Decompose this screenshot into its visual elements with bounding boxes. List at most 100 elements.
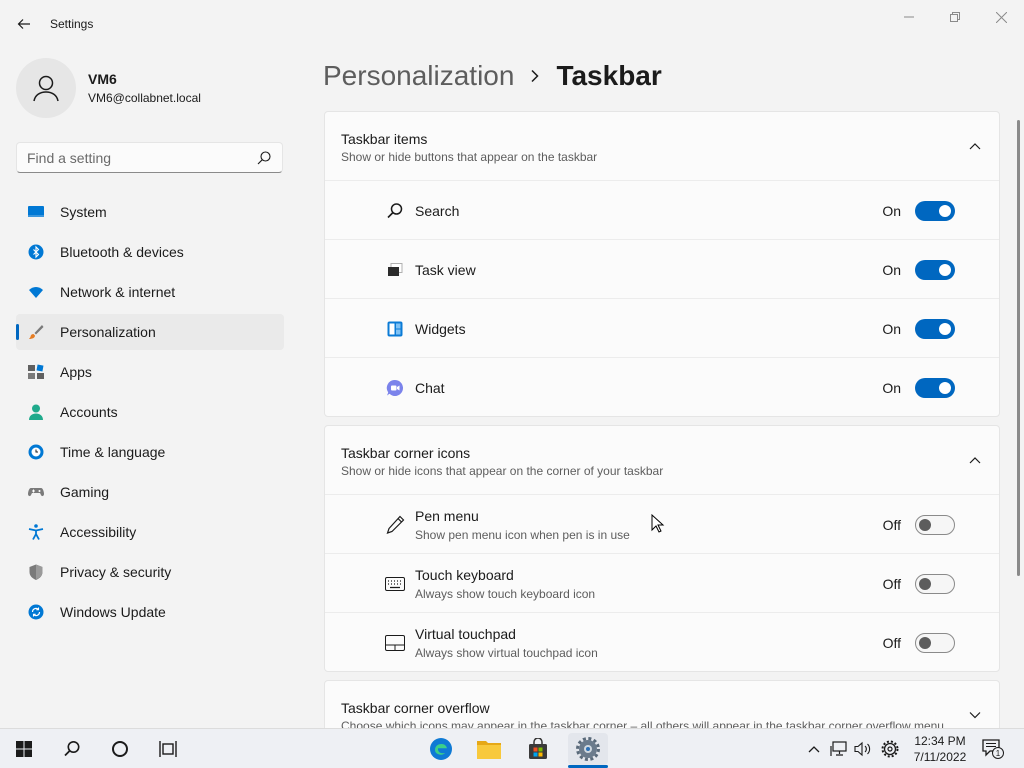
update-icon	[28, 604, 44, 620]
sidebar-item-label: Gaming	[60, 484, 110, 500]
user-email: VM6@collabnet.local	[88, 91, 201, 105]
setting-row-widgets: Widgets On	[325, 298, 999, 357]
search-box[interactable]	[16, 142, 283, 173]
chat-toggle[interactable]	[915, 378, 955, 398]
taskbar-items-header[interactable]: Taskbar items Show or hide buttons that …	[325, 112, 999, 180]
toggle-state-text: Off	[882, 517, 901, 533]
taskbar-search-button[interactable]	[52, 733, 92, 765]
touchpad-icon	[385, 633, 405, 653]
virtual-touchpad-toggle[interactable]	[915, 633, 955, 653]
sidebar-item-gaming[interactable]: Gaming	[16, 474, 284, 510]
sidebar-item-privacy-security[interactable]: Privacy & security	[16, 554, 284, 590]
toggle-knob	[939, 264, 951, 276]
toggle-knob	[939, 382, 951, 394]
section-title: Taskbar items	[341, 131, 428, 147]
edge-icon	[430, 738, 452, 760]
network-monitor-icon	[830, 741, 847, 756]
search-icon	[385, 201, 405, 221]
task-view-toggle[interactable]	[915, 260, 955, 280]
volume-tray-button[interactable]	[853, 739, 873, 759]
back-arrow-icon	[17, 19, 30, 29]
task-view-icon	[385, 260, 405, 280]
maximize-button[interactable]	[932, 6, 978, 28]
setting-label: Widgets	[415, 321, 466, 337]
sidebar-item-accounts[interactable]: Accounts	[16, 394, 284, 430]
taskbar-corner-overflow-section: Taskbar corner overflow Choose which ico…	[324, 680, 1000, 728]
search-toggle[interactable]	[915, 201, 955, 221]
user-name: VM6	[88, 71, 117, 87]
windows-logo-icon	[16, 741, 32, 757]
clock[interactable]: 12:34 PM 7/11/2022	[910, 733, 970, 765]
taskbar: 12:34 PM 7/11/2022 1	[0, 728, 1024, 768]
toggle-state-text: On	[882, 380, 901, 396]
widgets-toggle[interactable]	[915, 319, 955, 339]
clock-date: 7/11/2022	[913, 750, 967, 764]
close-icon	[995, 11, 1007, 23]
sidebar-item-time-language[interactable]: Time & language	[16, 434, 284, 470]
back-button[interactable]	[12, 12, 36, 36]
toggle-knob	[919, 637, 931, 649]
mouse-cursor-icon	[651, 514, 665, 533]
pen-menu-toggle[interactable]	[915, 515, 955, 535]
minimize-button[interactable]	[886, 6, 932, 28]
setting-description: Always show virtual touchpad icon	[415, 646, 598, 660]
sidebar-nav: System Bluetooth & devices Network & int…	[16, 194, 284, 634]
taskbar-corner-overflow-header[interactable]: Taskbar corner overflow Choose which ico…	[325, 681, 999, 728]
settings-content: Taskbar items Show or hide buttons that …	[324, 111, 1000, 728]
chevron-up-icon	[808, 746, 820, 753]
widgets-icon	[385, 319, 405, 339]
task-view-button[interactable]	[148, 733, 188, 765]
sidebar-item-label: Personalization	[60, 324, 156, 340]
setting-row-chat: Chat On	[325, 357, 999, 416]
store-app-button[interactable]	[518, 733, 558, 765]
system-icon	[28, 206, 44, 217]
sidebar-item-accessibility[interactable]: Accessibility	[16, 514, 284, 550]
sidebar-item-label: Accessibility	[60, 524, 137, 540]
chevron-up-icon[interactable]	[967, 138, 983, 154]
search-input[interactable]	[27, 149, 247, 167]
edge-app-button[interactable]	[421, 733, 461, 765]
chevron-down-icon[interactable]	[967, 707, 983, 723]
cortana-button[interactable]	[100, 733, 140, 765]
clock-globe-icon	[28, 444, 44, 460]
setting-label: Chat	[415, 380, 445, 396]
scrollbar[interactable]	[1017, 120, 1020, 576]
taskbar-corner-icons-header[interactable]: Taskbar corner icons Show or hide icons …	[325, 426, 999, 494]
user-profile[interactable]: VM6 VM6@collabnet.local	[16, 58, 286, 118]
setting-row-touch-keyboard: Touch keyboard Always show touch keyboar…	[325, 553, 999, 612]
toggle-knob	[919, 519, 931, 531]
sidebar-item-apps[interactable]: Apps	[16, 354, 284, 390]
restore-icon	[950, 12, 960, 22]
section-subtitle: Choose which icons may appear in the tas…	[341, 719, 944, 728]
speaker-icon	[854, 741, 871, 757]
start-button[interactable]	[4, 733, 44, 765]
toggle-knob	[939, 323, 951, 335]
setting-label: Task view	[415, 262, 476, 278]
settings-app-button[interactable]	[568, 733, 608, 765]
search-icon[interactable]	[256, 150, 272, 166]
setting-label: Pen menu	[415, 508, 479, 524]
sidebar-item-system[interactable]: System	[16, 194, 284, 230]
clock-time: 12:34 PM	[914, 734, 966, 748]
chevron-up-icon[interactable]	[967, 452, 983, 468]
sidebar-item-label: Apps	[60, 364, 92, 380]
bluetooth-icon	[28, 244, 44, 260]
notification-center-button[interactable]: 1	[982, 739, 1004, 759]
show-hidden-icons-button[interactable]	[804, 739, 824, 759]
app-title: Settings	[50, 17, 94, 31]
gamepad-icon	[28, 488, 44, 497]
file-explorer-button[interactable]	[469, 733, 509, 765]
sidebar-item-windows-update[interactable]: Windows Update	[16, 594, 284, 630]
network-tray-button[interactable]	[829, 739, 849, 759]
section-title: Taskbar corner overflow	[341, 700, 490, 716]
avatar	[16, 58, 76, 118]
touch-keyboard-toggle[interactable]	[915, 574, 955, 594]
toggle-state-text: Off	[882, 576, 901, 592]
sidebar-item-network[interactable]: Network & internet	[16, 274, 284, 310]
close-button[interactable]	[978, 6, 1024, 28]
breadcrumb-parent-link[interactable]: Personalization	[323, 60, 514, 92]
settings-tray-button[interactable]	[880, 739, 900, 759]
setting-description: Show pen menu icon when pen is in use	[415, 528, 630, 542]
sidebar-item-bluetooth[interactable]: Bluetooth & devices	[16, 234, 284, 270]
sidebar-item-personalization[interactable]: Personalization	[16, 314, 284, 350]
